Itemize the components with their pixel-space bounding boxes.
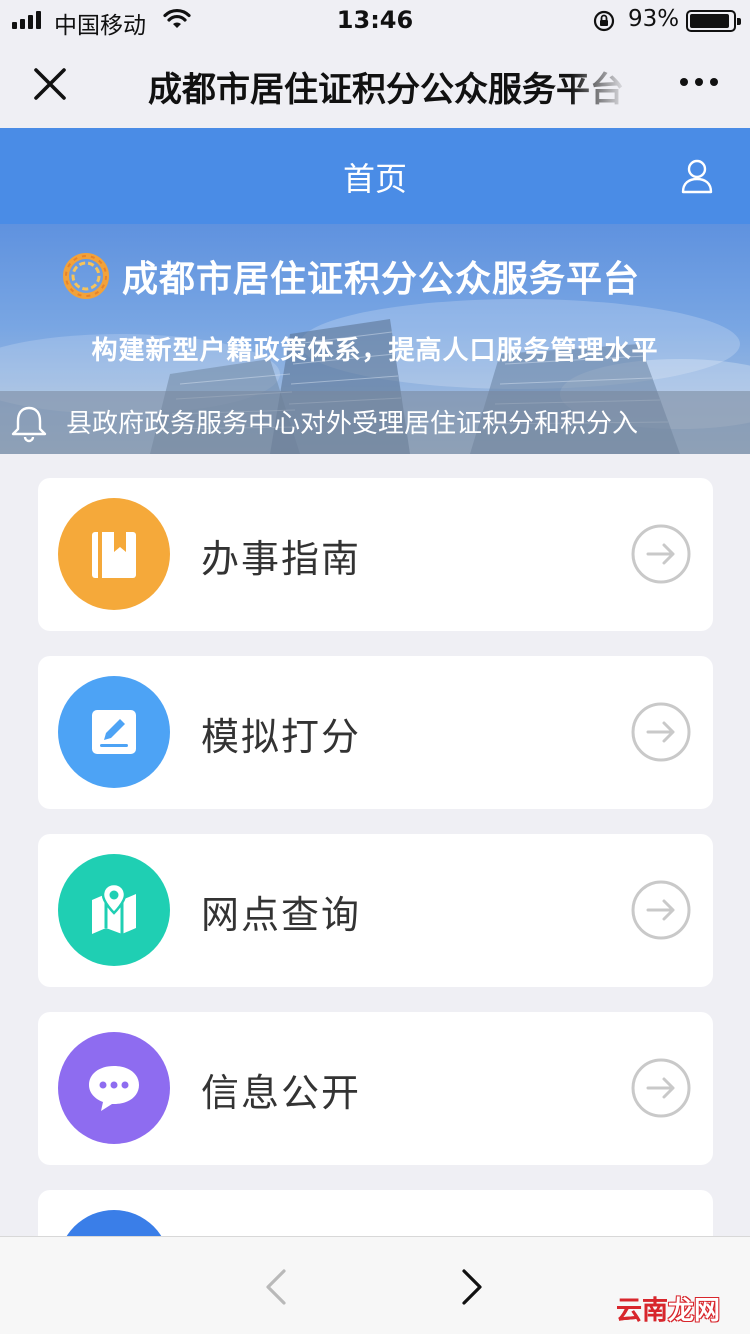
rotation-lock-icon (593, 10, 615, 32)
forward-arrow-icon[interactable] (458, 1267, 486, 1307)
arrow-right-icon (631, 1058, 691, 1118)
menu-item-label: 网点查询 (201, 893, 362, 937)
banner-title: 成都市居住证积分公众服务平台 (122, 259, 641, 300)
edit-icon (58, 676, 170, 788)
chat-bubble-icon (58, 1032, 170, 1144)
arrow-right-icon (631, 702, 691, 762)
page-title: 成都市居住证积分公众服务平台 (148, 70, 624, 108)
notice-text: 县政府政务服务中心对外受理居住证积分和积分入 (66, 409, 639, 439)
watermark: 云南龙网 (616, 1290, 720, 1327)
user-icon[interactable] (680, 158, 714, 194)
watermark-part1: 云南 (616, 1296, 669, 1326)
app-header: 首页 (0, 128, 750, 224)
bell-icon (11, 406, 47, 443)
header-title: 首页 (342, 160, 407, 198)
battery-percent: 93% (628, 6, 680, 32)
map-pin-icon (58, 854, 170, 966)
more-dots-icon[interactable] (680, 78, 718, 86)
banner-title-row: 成都市居住证积分公众服务平台 (62, 250, 640, 302)
menu-item-simulate-score[interactable]: 模拟打分 (38, 656, 713, 809)
menu-item-info-disclosure[interactable]: 信息公开 (38, 1012, 713, 1165)
watermark-part2: 龙网 (668, 1296, 721, 1326)
nav-bar: 成都市居住证积分公众服务平台 (0, 40, 750, 128)
back-arrow-icon[interactable] (262, 1267, 290, 1307)
menu-item-guide[interactable]: 办事指南 (38, 478, 713, 631)
status-bar: 中国移动 13:46 93% (0, 0, 750, 40)
close-icon[interactable] (30, 64, 70, 104)
arrow-right-icon (631, 880, 691, 940)
notice-bar[interactable]: 县政府政务服务中心对外受理居住证积分和积分入 (0, 391, 750, 454)
banner: 成都市居住证积分公众服务平台 构建新型户籍政策体系，提高人口服务管理水平 县政府… (0, 224, 750, 454)
book-icon (58, 498, 170, 610)
menu-item-label: 信息公开 (201, 1071, 362, 1115)
menu-item-label: 办事指南 (201, 537, 362, 581)
menu-item-outlet-search[interactable]: 网点查询 (38, 834, 713, 987)
platform-logo-icon (63, 253, 109, 299)
banner-subtitle: 构建新型户籍政策体系，提高人口服务管理水平 (91, 336, 659, 366)
arrow-right-icon (631, 524, 691, 584)
menu-list: 办事指南 模拟打分 网点查询 信息公开 (38, 478, 713, 1322)
menu-item-label: 模拟打分 (201, 715, 362, 759)
battery-icon (686, 10, 741, 32)
